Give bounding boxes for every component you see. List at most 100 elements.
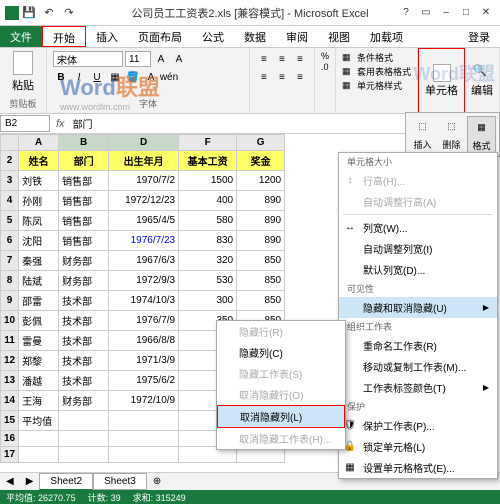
menu-rename[interactable]: 重命名工作表(R) — [339, 335, 497, 356]
cell[interactable]: 技术部 — [59, 331, 109, 351]
cell[interactable]: 1200 — [237, 171, 285, 191]
cell[interactable]: 890 — [237, 211, 285, 231]
align-bot-icon[interactable]: ≡ — [292, 51, 308, 67]
cell[interactable]: 850 — [237, 291, 285, 311]
row-header[interactable]: 15 — [1, 411, 19, 431]
shrink-font-icon[interactable]: A — [171, 51, 187, 67]
cell[interactable]: 秦强 — [19, 251, 59, 271]
minimize-icon[interactable]: – — [437, 4, 455, 22]
menu-protect[interactable]: 🛡保护工作表(P)... — [339, 415, 497, 436]
cell[interactable]: 1971/3/9 — [109, 351, 179, 371]
decimal-button[interactable]: .0 — [321, 62, 329, 72]
cell[interactable]: 技术部 — [59, 351, 109, 371]
tab-file[interactable]: 文件 — [0, 26, 42, 47]
qat-redo-icon[interactable]: ↷ — [62, 6, 76, 20]
row-header[interactable]: 3 — [1, 171, 19, 191]
cell[interactable]: 销售部 — [59, 191, 109, 211]
cell[interactable]: 1974/10/3 — [109, 291, 179, 311]
cell[interactable]: 出生年月 — [109, 151, 179, 171]
row-header[interactable]: 4 — [1, 191, 19, 211]
qat-save-icon[interactable]: 💾 — [22, 6, 36, 20]
row-header[interactable]: 5 — [1, 211, 19, 231]
cell[interactable]: 530 — [179, 271, 237, 291]
menu-row-height[interactable]: ↕行高(H)... — [339, 170, 497, 191]
percent-button[interactable]: % — [321, 51, 329, 61]
cell[interactable]: 陈凤 — [19, 211, 59, 231]
cell[interactable] — [59, 447, 109, 463]
sheet-add-icon[interactable]: ⊕ — [147, 476, 167, 487]
cell[interactable]: 姓名 — [19, 151, 59, 171]
cell[interactable] — [109, 411, 179, 431]
cell[interactable]: 1500 — [179, 171, 237, 191]
cell[interactable] — [109, 431, 179, 447]
cell[interactable]: 奖金 — [237, 151, 285, 171]
submenu-unhide-cols[interactable]: 取消隐藏列(L) — [217, 405, 345, 428]
name-box[interactable]: B2 — [0, 115, 50, 132]
cell[interactable]: 技术部 — [59, 311, 109, 331]
font-size-select[interactable]: 11 — [125, 51, 151, 67]
cell[interactable]: 850 — [237, 251, 285, 271]
menu-format-cells[interactable]: ▦设置单元格格式(E)... — [339, 457, 497, 478]
col-header[interactable]: A — [19, 135, 59, 151]
submenu-hide-rows[interactable]: 隐藏行(R) — [217, 321, 345, 342]
row-header[interactable]: 14 — [1, 391, 19, 411]
row-header[interactable]: 9 — [1, 291, 19, 311]
row-header[interactable]: 11 — [1, 331, 19, 351]
cell[interactable]: 刘铁 — [19, 171, 59, 191]
cell[interactable]: 彭佩 — [19, 311, 59, 331]
cond-format-button[interactable]: ▦ 条件格式 — [342, 51, 411, 64]
cell[interactable]: 平均值 — [19, 411, 59, 431]
submenu-unhide-rows[interactable]: 取消隐藏行(O) — [217, 384, 345, 405]
cell[interactable]: 基本工资 — [179, 151, 237, 171]
col-header[interactable]: B — [59, 135, 109, 151]
submenu-unhide-sheet[interactable]: 取消隐藏工作表(H)... — [217, 428, 345, 449]
submenu-hide-sheet[interactable]: 隐藏工作表(S) — [217, 363, 345, 384]
cell[interactable]: 技术部 — [59, 291, 109, 311]
col-header[interactable]: G — [237, 135, 285, 151]
cell[interactable]: 孙刚 — [19, 191, 59, 211]
cell[interactable]: 1972/12/23 — [109, 191, 179, 211]
cell[interactable]: 300 — [179, 291, 237, 311]
tab-home[interactable]: 开始 — [42, 26, 86, 47]
align-right-icon[interactable]: ≡ — [292, 69, 308, 85]
cell[interactable]: 部门 — [59, 151, 109, 171]
sheet-tab[interactable]: Sheet3 — [93, 473, 147, 490]
cell[interactable]: 财务部 — [59, 271, 109, 291]
cells-delete-button[interactable]: ⬚ 删除 — [438, 116, 465, 153]
cell[interactable]: 1967/6/3 — [109, 251, 179, 271]
submenu-hide-cols[interactable]: 隐藏列(C) — [217, 342, 345, 363]
font-color-icon[interactable]: A — [143, 69, 159, 85]
cell[interactable]: 830 — [179, 231, 237, 251]
cell[interactable] — [109, 447, 179, 463]
cell[interactable]: 890 — [237, 231, 285, 251]
cell[interactable]: 财务部 — [59, 391, 109, 411]
tab-login[interactable]: 登录 — [458, 26, 500, 47]
tab-insert[interactable]: 插入 — [86, 26, 128, 47]
cell[interactable]: 王海 — [19, 391, 59, 411]
row-header[interactable]: 16 — [1, 431, 19, 447]
row-header[interactable]: 6 — [1, 231, 19, 251]
row-header[interactable]: 2 — [1, 151, 19, 171]
cell[interactable]: 890 — [237, 191, 285, 211]
menu-default-width[interactable]: 默认列宽(D)... — [339, 259, 497, 280]
cells-format-button[interactable]: ▦ 格式 — [467, 116, 496, 153]
menu-tab-color[interactable]: 工作表标签颜色(T)▶ — [339, 377, 497, 398]
menu-col-width[interactable]: ↔列宽(W)... — [339, 217, 497, 238]
ruby-icon[interactable]: wén — [161, 69, 177, 85]
menu-auto-row[interactable]: 自动调整行高(A) — [339, 191, 497, 212]
cell[interactable]: 技术部 — [59, 371, 109, 391]
close-icon[interactable]: ✕ — [477, 4, 495, 22]
cell[interactable]: 1976/7/9 — [109, 311, 179, 331]
cell[interactable]: 销售部 — [59, 171, 109, 191]
cell[interactable]: 320 — [179, 251, 237, 271]
row-header[interactable]: 10 — [1, 311, 19, 331]
cell-style-button[interactable]: ▦ 单元格样式 — [342, 79, 411, 92]
grow-font-icon[interactable]: A — [153, 51, 169, 67]
underline-icon[interactable]: U — [89, 69, 105, 85]
align-mid-icon[interactable]: ≡ — [274, 51, 290, 67]
qat-undo-icon[interactable]: ↶ — [42, 6, 56, 20]
cell[interactable] — [59, 411, 109, 431]
fill-color-icon[interactable]: 🪣 — [125, 69, 141, 85]
italic-icon[interactable]: I — [71, 69, 87, 85]
tab-formulas[interactable]: 公式 — [192, 26, 234, 47]
